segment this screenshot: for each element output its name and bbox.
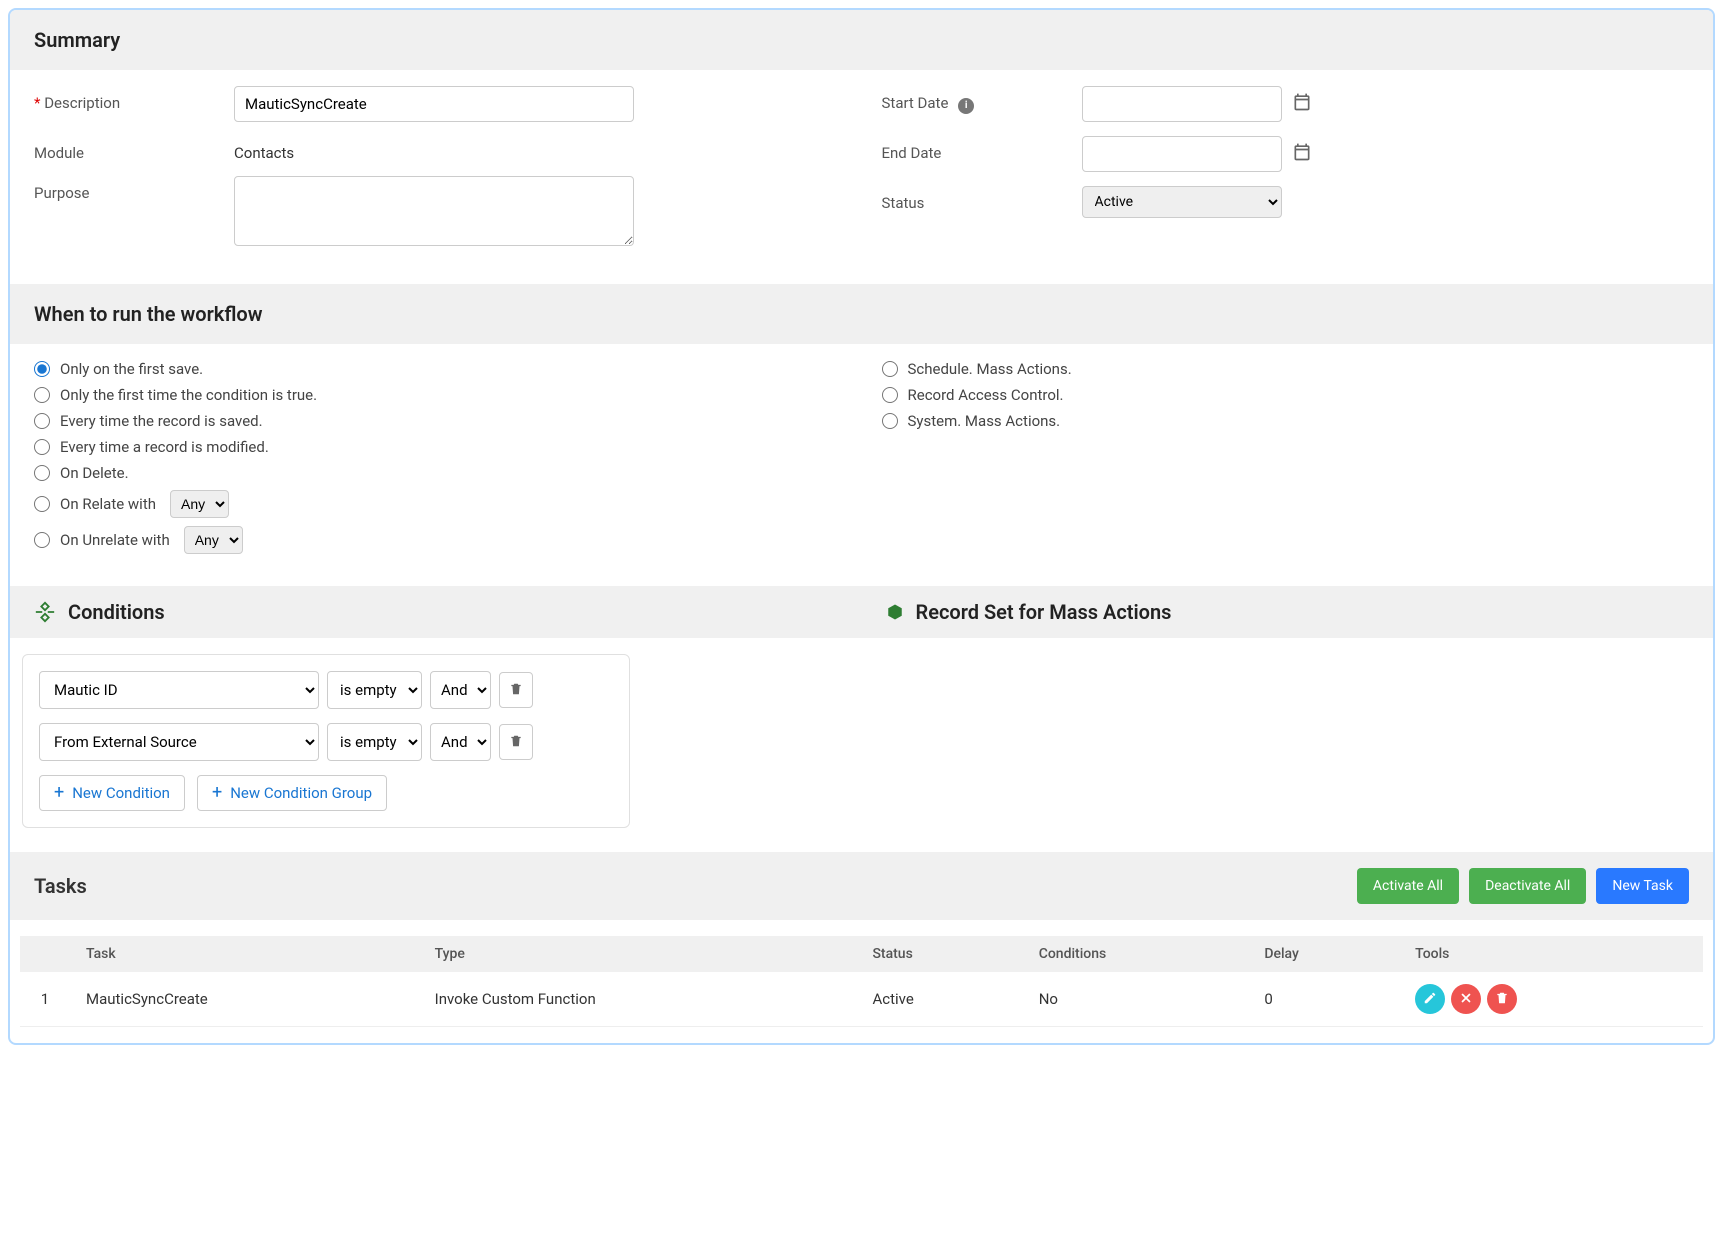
description-input[interactable]	[234, 86, 634, 122]
task-row: 1MauticSyncCreateInvoke Custom FunctionA…	[20, 972, 1703, 1027]
trigger-radio[interactable]	[34, 532, 50, 548]
task-delay: 0	[1248, 972, 1399, 1027]
col-task: Task	[70, 936, 419, 972]
on-relate-select[interactable]: Any	[170, 490, 229, 518]
trigger-header: When to run the workflow	[10, 284, 1713, 344]
plus-icon: +	[212, 784, 222, 802]
trigger-label: Record Access Control.	[908, 386, 1064, 404]
col-type: Type	[419, 936, 857, 972]
recordset-header: Record Set for Mass Actions	[862, 586, 1714, 638]
trigger-label: Only on the first save.	[60, 360, 203, 378]
tasks-table: Task Type Status Conditions Delay Tools …	[20, 936, 1703, 1027]
col-status: Status	[856, 936, 1022, 972]
trigger-radio[interactable]	[34, 413, 50, 429]
condition-logic-select[interactable]: And	[430, 671, 491, 709]
trigger-radio[interactable]	[34, 439, 50, 455]
tasks-title: Tasks	[34, 874, 87, 898]
col-conditions: Conditions	[1023, 936, 1249, 972]
calendar-icon[interactable]	[1292, 92, 1312, 116]
col-tools: Tools	[1399, 936, 1703, 972]
status-label: Status	[882, 186, 1082, 212]
trigger-option[interactable]: Only on the first save.	[34, 360, 842, 378]
trigger-radio[interactable]	[882, 387, 898, 403]
task-deactivate-button[interactable]	[1451, 984, 1481, 1014]
calendar-icon[interactable]	[1292, 142, 1312, 166]
trigger-body: Only on the first save. Only the first ti…	[10, 344, 1713, 586]
trigger-option[interactable]: Only the first time the condition is tru…	[34, 386, 842, 404]
new-condition-button[interactable]: +New Condition	[39, 775, 185, 811]
trigger-label: Only the first time the condition is tru…	[60, 386, 317, 404]
trigger-label: Every time the record is saved.	[60, 412, 263, 430]
col-delay: Delay	[1248, 936, 1399, 972]
new-task-button[interactable]: New Task	[1596, 868, 1689, 904]
close-icon	[1459, 991, 1473, 1008]
recordset-icon	[886, 603, 904, 621]
start-date-input[interactable]	[1082, 86, 1282, 122]
purpose-label: Purpose	[34, 176, 234, 202]
trigger-option[interactable]: Record Access Control.	[882, 386, 1690, 404]
condition-row: From External Sourceis emptyAnd	[39, 723, 613, 761]
task-tools	[1399, 972, 1703, 1027]
tasks-header: Tasks Activate All Deactivate All New Ta…	[10, 852, 1713, 920]
trigger-radio[interactable]	[882, 361, 898, 377]
trigger-label: On Relate with	[60, 495, 156, 513]
summary-body: Description Module Contacts Purpose Star…	[10, 70, 1713, 284]
new-condition-group-button[interactable]: +New Condition Group	[197, 775, 387, 811]
task-delete-button[interactable]	[1487, 984, 1517, 1014]
task-status: Active	[856, 972, 1022, 1027]
trigger-radio[interactable]	[34, 387, 50, 403]
condition-logic-select[interactable]: And	[430, 723, 491, 761]
purpose-textarea[interactable]	[234, 176, 634, 246]
on-unrelate-option[interactable]: On Unrelate with Any	[34, 526, 842, 554]
task-num: 1	[20, 972, 70, 1027]
task-name: MauticSyncCreate	[70, 972, 419, 1027]
trash-icon	[509, 682, 523, 699]
plus-icon: +	[54, 784, 64, 802]
trigger-radio[interactable]	[34, 496, 50, 512]
trigger-label: Every time a record is modified.	[60, 438, 269, 456]
task-conditions: No	[1023, 972, 1249, 1027]
on-unrelate-select[interactable]: Any	[184, 526, 243, 554]
trigger-option[interactable]: Schedule. Mass Actions.	[882, 360, 1690, 378]
trigger-label: On Unrelate with	[60, 531, 170, 549]
trigger-radio[interactable]	[34, 465, 50, 481]
trigger-option[interactable]: Every time the record is saved.	[34, 412, 842, 430]
conditions-icon	[34, 601, 56, 623]
end-date-label: End Date	[882, 136, 1082, 162]
condition-row: Mautic IDis emptyAnd	[39, 671, 613, 709]
conditions-header: Conditions	[10, 586, 862, 638]
trigger-radio[interactable]	[34, 361, 50, 377]
pencil-icon	[1423, 991, 1437, 1008]
trigger-label: Schedule. Mass Actions.	[908, 360, 1072, 378]
info-icon[interactable]: i	[958, 98, 974, 114]
task-edit-button[interactable]	[1415, 984, 1445, 1014]
activate-all-button[interactable]: Activate All	[1357, 868, 1459, 904]
deactivate-all-button[interactable]: Deactivate All	[1469, 868, 1586, 904]
status-select[interactable]: Active	[1082, 186, 1282, 218]
trigger-option[interactable]: System. Mass Actions.	[882, 412, 1690, 430]
trigger-label: System. Mass Actions.	[908, 412, 1061, 430]
trash-icon	[509, 734, 523, 751]
condition-delete-button[interactable]	[499, 672, 533, 708]
condition-operator-select[interactable]: is empty	[327, 723, 422, 761]
col-num	[20, 936, 70, 972]
summary-header: Summary	[10, 10, 1713, 70]
condition-field-select[interactable]: From External Source	[39, 723, 319, 761]
trash-icon	[1495, 991, 1509, 1008]
module-value: Contacts	[234, 136, 294, 162]
description-label: Description	[34, 86, 234, 112]
start-date-label: Start Date i	[882, 86, 1082, 114]
trigger-option[interactable]: On Delete.	[34, 464, 842, 482]
condition-delete-button[interactable]	[499, 724, 533, 760]
module-label: Module	[34, 136, 234, 162]
end-date-input[interactable]	[1082, 136, 1282, 172]
condition-field-select[interactable]: Mautic ID	[39, 671, 319, 709]
task-type: Invoke Custom Function	[419, 972, 857, 1027]
on-relate-option[interactable]: On Relate with Any	[34, 490, 842, 518]
condition-operator-select[interactable]: is empty	[327, 671, 422, 709]
trigger-radio[interactable]	[882, 413, 898, 429]
trigger-label: On Delete.	[60, 464, 129, 482]
trigger-option[interactable]: Every time a record is modified.	[34, 438, 842, 456]
